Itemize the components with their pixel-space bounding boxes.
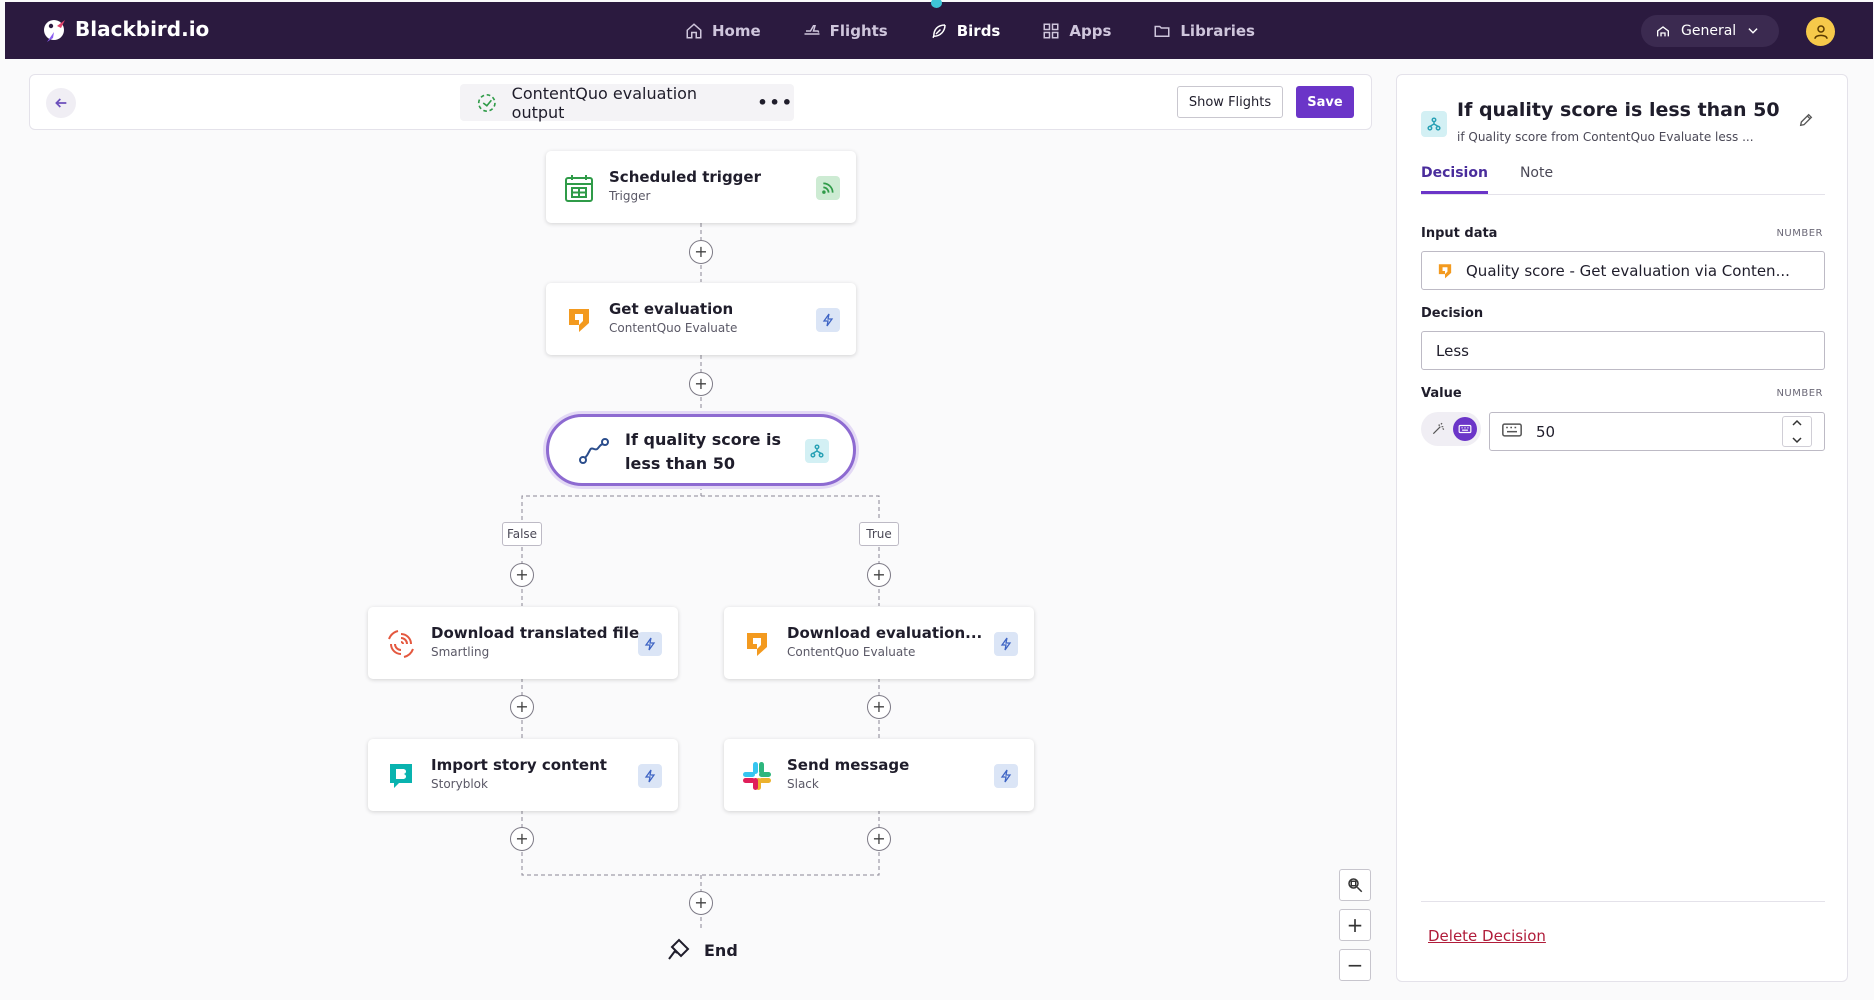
chevron-up-icon[interactable] (1792, 419, 1802, 427)
flag-end-icon (668, 938, 690, 960)
workspace-select[interactable]: General (1641, 15, 1779, 47)
slack-icon (740, 759, 774, 793)
input-data-value: Quality score - Get evaluation via Conte… (1466, 261, 1790, 280)
zoom-in-button[interactable]: + (1339, 909, 1371, 941)
node-subtitle: Trigger (609, 189, 651, 203)
download-evaluation-node[interactable]: Download evaluation... ContentQuo Evalua… (724, 607, 1034, 679)
add-step-button[interactable]: + (689, 372, 713, 396)
avatar[interactable] (1806, 17, 1835, 46)
calendar-icon (562, 171, 596, 205)
bolt-icon (638, 764, 662, 788)
add-step-button[interactable]: + (510, 827, 534, 851)
storyblok-icon (384, 759, 418, 793)
input-data-type: NUMBER (1776, 228, 1823, 239)
number-stepper[interactable] (1782, 416, 1812, 447)
keyboard-icon (1502, 422, 1522, 442)
add-step-button[interactable]: + (510, 695, 534, 719)
value-number: 50 (1536, 422, 1556, 441)
false-branch-label: False (502, 522, 542, 546)
value-label: Value (1421, 386, 1462, 401)
smartling-icon (384, 627, 418, 661)
workspace-label: General (1681, 23, 1737, 39)
bolt-icon (816, 308, 840, 332)
node-title: Scheduled trigger (609, 168, 761, 186)
zoom-out-button[interactable]: − (1339, 949, 1371, 981)
input-data-field[interactable]: Quality score - Get evaluation via Conte… (1421, 251, 1825, 290)
zoom-fit-icon (1348, 878, 1363, 893)
import-story-content-node[interactable]: Import story content Storyblok (368, 739, 678, 811)
branch-icon (1421, 111, 1447, 137)
add-step-button[interactable]: + (867, 695, 891, 719)
true-branch-label: True (859, 522, 899, 546)
user-icon (1813, 24, 1828, 39)
delete-decision-link[interactable]: Delete Decision (1428, 927, 1546, 945)
decision-panel: If quality score is less than 50 if Qual… (1396, 74, 1848, 982)
flow-connectors (521, 223, 880, 930)
branch-icon (805, 439, 829, 463)
node-subtitle: Smartling (431, 645, 490, 659)
value-type: NUMBER (1776, 388, 1823, 399)
add-step-button[interactable]: + (510, 563, 534, 587)
node-title: Get evaluation (609, 300, 734, 318)
send-message-node[interactable]: Send message Slack (724, 739, 1034, 811)
download-translated-file-node[interactable]: Download translated file Smartling (368, 607, 678, 679)
node-title: Download evaluation... (787, 624, 983, 642)
trigger-node[interactable]: Scheduled trigger Trigger (546, 151, 856, 223)
panel-title: If quality score is less than 50 (1457, 99, 1780, 121)
add-step-button[interactable]: + (689, 240, 713, 264)
panel-subtitle: if Quality score from ContentQuo Evaluat… (1457, 130, 1754, 144)
tab-note[interactable]: Note (1520, 165, 1553, 194)
node-title: Download translated file (431, 624, 640, 642)
decision-select[interactable]: Less (1421, 331, 1825, 370)
magic-wand-icon[interactable] (1429, 420, 1447, 438)
workspace-icon (1657, 26, 1669, 37)
node-title: Send message (787, 756, 910, 774)
contentquo-icon (1436, 262, 1454, 280)
keyboard-icon[interactable] (1453, 417, 1477, 441)
input-data-label: Input data (1421, 226, 1498, 241)
bolt-icon (638, 632, 662, 656)
node-subtitle: ContentQuo Evaluate (609, 321, 738, 335)
chevron-down-icon (1748, 28, 1758, 34)
contentquo-icon (562, 303, 596, 337)
route-icon (579, 437, 609, 469)
decision-value: Less (1436, 341, 1469, 360)
divider (1421, 901, 1825, 902)
tab-decision[interactable]: Decision (1421, 165, 1488, 194)
get-evaluation-node[interactable]: Get evaluation ContentQuo Evaluate (546, 283, 856, 355)
end-node: End (666, 938, 738, 962)
bolt-icon (994, 764, 1018, 788)
node-title: If quality score is less than 50 (625, 430, 782, 473)
contentquo-icon (740, 627, 774, 661)
node-subtitle: Storyblok (431, 777, 488, 791)
node-title: Import story content (431, 756, 607, 774)
decision-node[interactable]: If quality score is less than 50 (546, 414, 856, 486)
chevron-down-icon[interactable] (1792, 436, 1802, 444)
rss-icon (816, 176, 840, 200)
add-step-button[interactable]: + (867, 827, 891, 851)
add-step-button[interactable]: + (689, 891, 713, 915)
value-input[interactable]: 50 (1489, 412, 1825, 451)
bolt-icon (994, 632, 1018, 656)
panel-tabs: Decision Note (1421, 165, 1825, 195)
edit-pencil-icon[interactable] (1798, 112, 1816, 130)
node-subtitle: ContentQuo Evaluate (787, 645, 916, 659)
fit-view-button[interactable] (1339, 869, 1371, 901)
end-label: End (704, 940, 738, 960)
decision-label: Decision (1421, 306, 1484, 321)
node-subtitle: Slack (787, 777, 819, 791)
add-step-button[interactable]: + (867, 563, 891, 587)
value-mode-toggle[interactable] (1421, 412, 1481, 446)
